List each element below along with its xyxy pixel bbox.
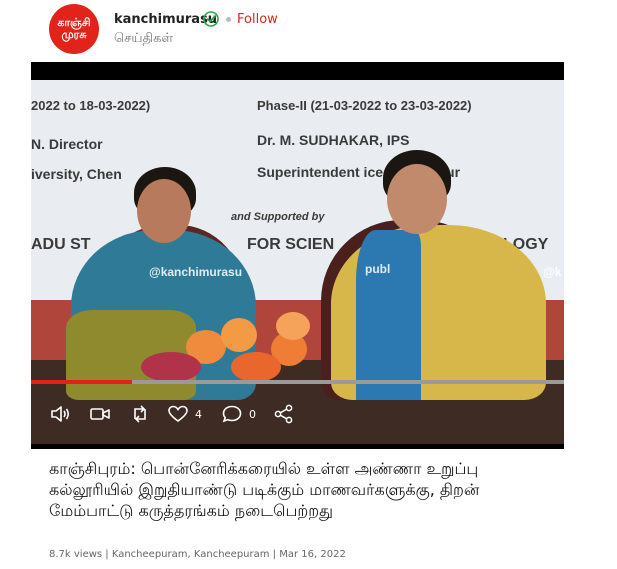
person-right-face bbox=[387, 164, 447, 234]
channel-name[interactable]: kanchimurasu bbox=[114, 12, 217, 27]
volume-icon bbox=[51, 406, 70, 422]
banner-date-left: 2022 to 18-03-2022) bbox=[31, 98, 151, 113]
flower-bouquet bbox=[221, 318, 257, 352]
video-button[interactable] bbox=[89, 404, 111, 424]
video-watermark: @k bbox=[543, 265, 562, 279]
post-headline[interactable]: காஞ்சிபுரம்: பொன்னேரிக்கரையில் உள்ள அண்ண… bbox=[49, 458, 549, 521]
comment-button[interactable]: 0 bbox=[221, 404, 256, 424]
video-progress-fill bbox=[31, 380, 133, 384]
repost-icon bbox=[134, 405, 146, 423]
channel-category: செய்திகள் bbox=[114, 31, 174, 46]
like-count: 4 bbox=[195, 407, 202, 421]
video-watermark: @kanchimurasu bbox=[149, 265, 243, 279]
video-watermark: publ bbox=[365, 262, 391, 276]
flower-bouquet bbox=[276, 312, 310, 340]
video-controls: 4 0 bbox=[31, 398, 564, 438]
volume-button[interactable] bbox=[49, 404, 71, 424]
video-camera-icon bbox=[90, 408, 110, 420]
channel-avatar[interactable]: காஞ்சி முரசு bbox=[49, 4, 99, 54]
banner-phase: Phase-II (21-03-2022 to 23-03-2022) bbox=[257, 98, 472, 113]
banner-bottom-left: ADU ST bbox=[31, 236, 91, 253]
video-player[interactable]: 2022 to 18-03-2022) N. Director iversity… bbox=[31, 62, 564, 449]
comment-icon bbox=[222, 405, 242, 423]
comment-count: 0 bbox=[249, 407, 256, 421]
share-button[interactable] bbox=[273, 404, 295, 424]
banner-speaker: Dr. M. SUDHAKAR, IPS bbox=[257, 132, 410, 148]
separator-dot bbox=[226, 17, 231, 22]
person-left-face bbox=[137, 179, 191, 243]
banner-university-left: iversity, Chen bbox=[31, 166, 122, 182]
like-button[interactable]: 4 bbox=[167, 404, 202, 424]
flower-bouquet bbox=[141, 352, 201, 382]
video-frame[interactable]: 2022 to 18-03-2022) N. Director iversity… bbox=[31, 80, 564, 444]
verified-check-icon bbox=[203, 11, 219, 27]
video-progress-bar[interactable] bbox=[31, 380, 564, 384]
repost-button[interactable] bbox=[129, 404, 151, 424]
person-right-border bbox=[356, 230, 421, 400]
banner-name-left: N. Director bbox=[31, 136, 103, 152]
post-meta: 8.7k views | Kancheepuram, Kancheepuram … bbox=[49, 549, 346, 560]
banner-supported: and Supported by bbox=[231, 211, 325, 223]
share-icon bbox=[274, 404, 293, 424]
avatar-text-line2: முரசு bbox=[61, 28, 87, 41]
heart-icon bbox=[168, 405, 188, 422]
follow-button[interactable]: Follow bbox=[237, 12, 278, 27]
banner-bottom-mid: FOR SCIEN bbox=[247, 236, 335, 253]
flower-bouquet bbox=[231, 352, 281, 382]
